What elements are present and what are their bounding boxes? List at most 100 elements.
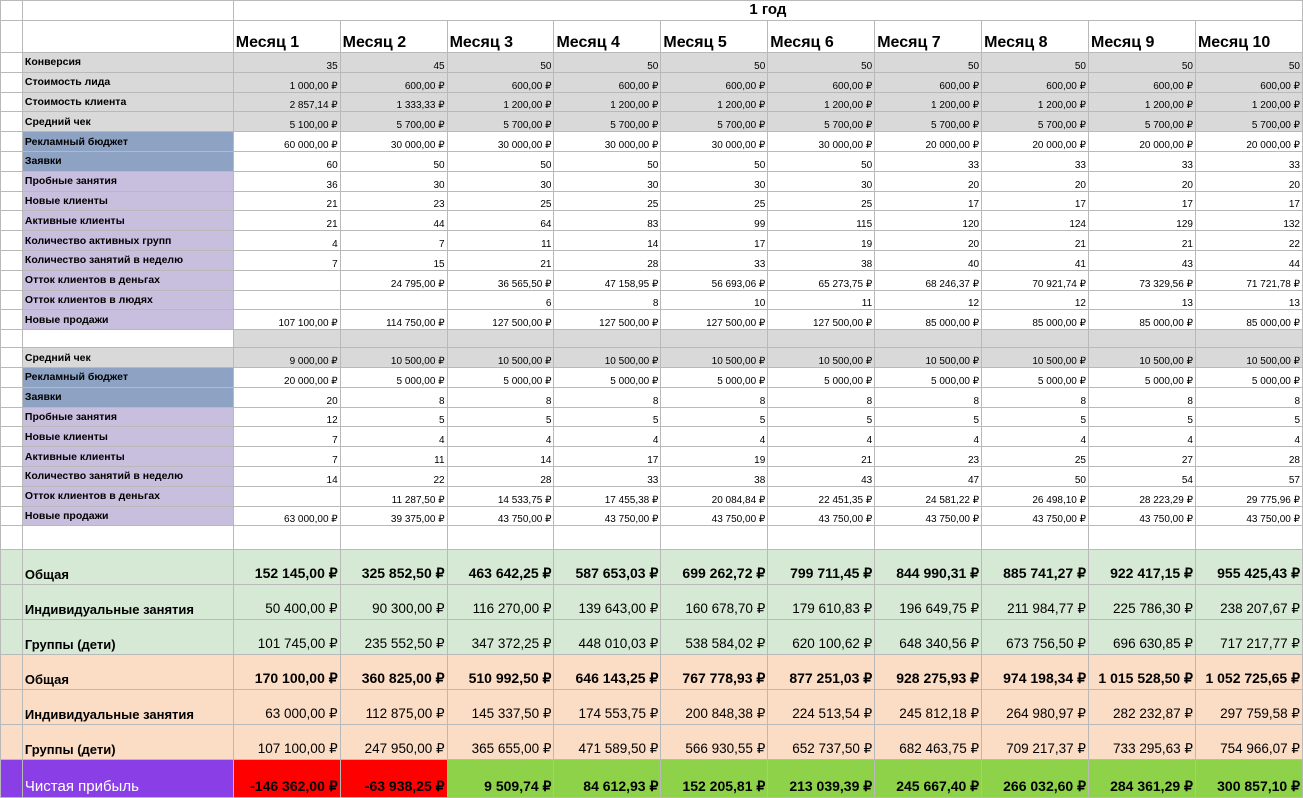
metric-value-cell[interactable]: 600,00 ₽ [553,71,662,93]
spacer-cell[interactable] [1194,525,1303,551]
spacer-cell[interactable] [660,329,769,349]
summary-value-cell[interactable]: 90 300,00 ₽ [339,584,448,621]
metric-value-cell[interactable]: 10 500,00 ₽ [339,347,448,368]
metric-value-cell[interactable]: 43 750,00 ₽ [874,505,983,527]
metric-value-cell[interactable]: 5 [981,406,1089,428]
metric-value-cell[interactable]: 17 [1194,190,1303,212]
metric-value-cell[interactable]: 5 700,00 ₽ [874,111,983,133]
metric-value-cell[interactable]: 14 533,75 ₽ [446,485,555,507]
month-header[interactable]: Месяц 10 [1194,20,1303,53]
metric-value-cell[interactable]: 26 498,10 ₽ [981,485,1089,507]
metric-value-cell[interactable]: 30 [660,170,769,192]
metric-value-cell[interactable]: 99 [660,210,769,232]
metric-value-cell[interactable]: 1 200,00 ₽ [767,91,876,113]
metric-value-cell[interactable]: 5 [660,406,769,428]
metric-value-cell[interactable]: 4 [981,426,1089,448]
row-number-cell[interactable] [0,386,23,408]
summary-value-cell[interactable]: 652 737,50 ₽ [767,724,876,761]
metric-value-cell[interactable]: 43 750,00 ₽ [1088,505,1196,527]
metric-value-cell[interactable]: 20 000,00 ₽ [1088,131,1196,152]
metric-label[interactable]: Новые клиенты [21,426,234,448]
row-number-cell[interactable] [0,329,23,349]
metric-label[interactable]: Средний чек [21,111,234,133]
metric-value-cell[interactable]: 5 000,00 ₽ [339,366,448,388]
spacer-cell[interactable] [553,525,662,551]
spacer-cell[interactable] [981,329,1089,349]
metric-value-cell[interactable]: 85 000,00 ₽ [1194,309,1303,331]
corner-cell[interactable] [21,0,234,21]
metric-value-cell[interactable]: 23 [874,446,983,467]
metric-value-cell[interactable]: 4 [1194,426,1303,448]
summary-value-cell[interactable]: 225 786,30 ₽ [1088,584,1196,621]
summary-label[interactable]: Индивидуальные занятия [21,584,234,621]
row-number-cell[interactable] [0,366,23,388]
metric-value-cell[interactable]: 36 [232,170,341,192]
summary-value-cell[interactable]: 365 655,00 ₽ [446,724,555,761]
metric-value-cell[interactable]: 28 [1194,446,1303,467]
corner-cell[interactable] [21,20,234,53]
summary-value-cell[interactable]: 224 513,54 ₽ [767,689,876,726]
metric-value-cell[interactable]: 50 [767,150,876,172]
metric-label[interactable]: Отток клиентов в людях [21,289,234,311]
metric-value-cell[interactable]: 39 375,00 ₽ [339,505,448,527]
metric-value-cell[interactable]: 8 [339,386,448,408]
metric-value-cell[interactable]: 1 200,00 ₽ [660,91,769,113]
metric-value-cell[interactable]: 1 200,00 ₽ [446,91,555,113]
summary-value-cell[interactable]: 196 649,75 ₽ [874,584,983,621]
summary-value-cell[interactable]: 160 678,70 ₽ [660,584,769,621]
metric-value-cell[interactable]: 41 [981,249,1089,271]
metric-value-cell[interactable]: 20 084,84 ₽ [660,485,769,507]
row-number-cell[interactable] [0,289,23,311]
spacer-cell[interactable] [21,525,234,551]
profit-value-cell[interactable]: 84 612,93 ₽ [553,759,662,798]
summary-value-cell[interactable]: 101 745,00 ₽ [232,619,341,656]
metric-value-cell[interactable]: 21 [767,446,876,467]
metric-value-cell[interactable]: 60 000,00 ₽ [232,131,341,152]
summary-value-cell[interactable]: 235 552,50 ₽ [339,619,448,656]
metric-value-cell[interactable]: 14 [446,446,555,467]
metric-value-cell[interactable]: 600,00 ₽ [339,71,448,93]
spacer-cell[interactable] [874,525,983,551]
metric-value-cell[interactable]: 25 [553,190,662,212]
row-number-cell[interactable] [0,525,23,551]
summary-value-cell[interactable]: 107 100,00 ₽ [232,724,341,761]
metric-value-cell[interactable]: 43 750,00 ₽ [553,505,662,527]
metric-value-cell[interactable]: 5 [874,406,983,428]
metric-value-cell[interactable]: 30 000,00 ₽ [339,131,448,152]
summary-value-cell[interactable]: 145 337,50 ₽ [446,689,555,726]
metric-value-cell[interactable]: 12 [232,406,341,428]
metric-value-cell[interactable]: 10 500,00 ₽ [874,347,983,368]
metric-value-cell[interactable]: 33 [1194,150,1303,172]
spacer-cell[interactable] [1194,329,1303,349]
metric-value-cell[interactable]: 21 [981,230,1089,251]
summary-value-cell[interactable]: 448 010,03 ₽ [553,619,662,656]
metric-value-cell[interactable]: 43 750,00 ₽ [981,505,1089,527]
metric-value-cell[interactable]: 25 [660,190,769,212]
summary-value-cell[interactable]: 360 825,00 ₽ [339,654,448,691]
metric-value-cell[interactable]: 12 [981,289,1089,311]
metric-value-cell[interactable]: 56 693,06 ₽ [660,269,769,291]
metric-value-cell[interactable]: 65 273,75 ₽ [767,269,876,291]
row-number-cell[interactable] [0,485,23,507]
metric-value-cell[interactable]: 28 [446,465,555,487]
metric-value-cell[interactable]: 17 [660,230,769,251]
metric-value-cell[interactable]: 22 451,35 ₽ [767,485,876,507]
metric-value-cell[interactable]: 20 [1088,170,1196,192]
profit-value-cell[interactable]: -146 362,00 ₽ [232,759,341,798]
metric-value-cell[interactable]: 38 [660,465,769,487]
metric-value-cell[interactable]: 4 [553,426,662,448]
metric-value-cell[interactable] [232,289,341,311]
profit-value-cell[interactable]: -63 938,25 ₽ [339,759,448,798]
metric-value-cell[interactable]: 5 [1194,406,1303,428]
metric-value-cell[interactable]: 33 [981,150,1089,172]
metric-value-cell[interactable]: 20 000,00 ₽ [232,366,341,388]
metric-value-cell[interactable]: 5 000,00 ₽ [553,366,662,388]
summary-label[interactable]: Группы (дети) [21,724,234,761]
summary-value-cell[interactable]: 139 643,00 ₽ [553,584,662,621]
year-label[interactable]: 1 год [232,0,1303,21]
spacer-cell[interactable] [1088,525,1196,551]
summary-value-cell[interactable]: 211 984,77 ₽ [981,584,1089,621]
row-number-cell[interactable] [0,131,23,152]
row-number-cell[interactable] [0,20,23,53]
metric-value-cell[interactable]: 23 [339,190,448,212]
